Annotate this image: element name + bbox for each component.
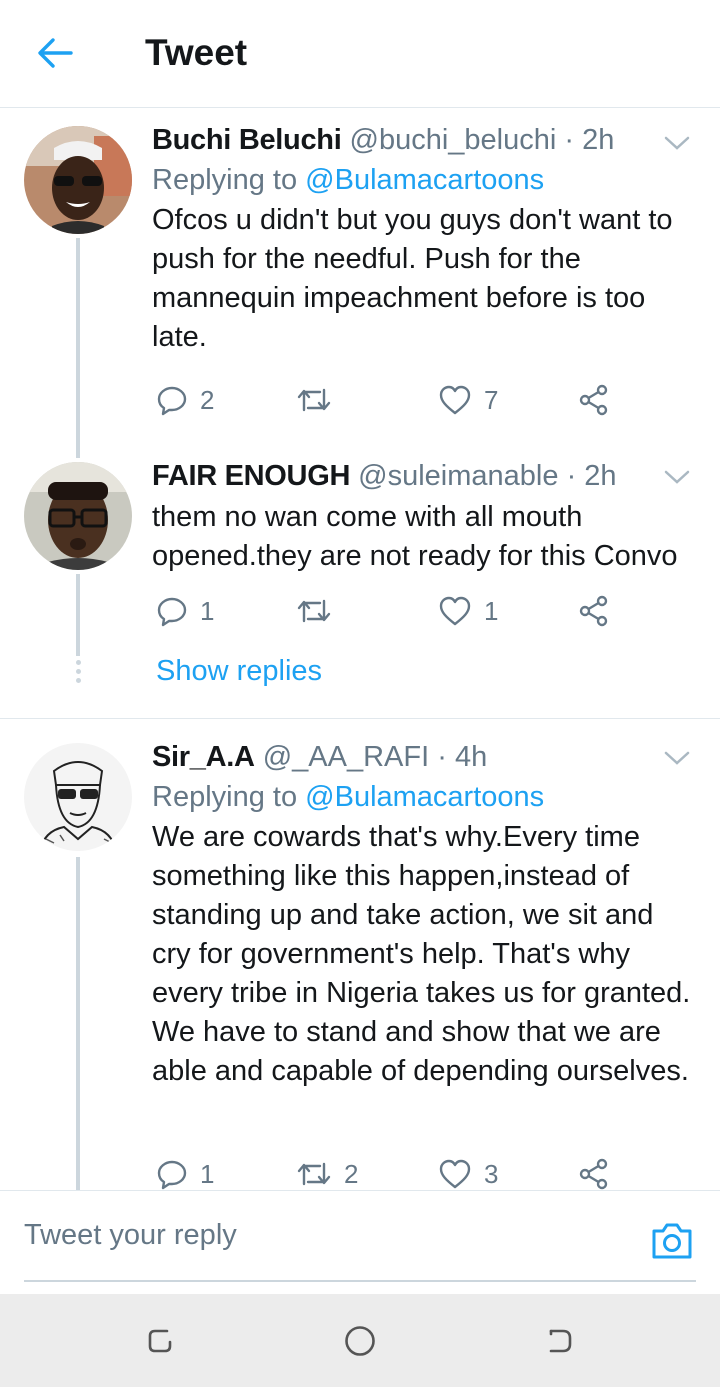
thread-line	[76, 857, 80, 1190]
share-icon	[579, 1158, 608, 1190]
back-icon	[549, 1329, 572, 1353]
back-button[interactable]	[30, 30, 80, 76]
tweet-menu-button[interactable]	[662, 128, 692, 158]
system-navbar	[0, 1294, 720, 1387]
replying-prefix: Replying to	[152, 781, 298, 813]
avatar[interactable]	[24, 462, 132, 570]
show-replies-link[interactable]: Show replies	[156, 655, 322, 688]
input-underline	[24, 1280, 696, 1282]
reply-icon	[157, 1160, 187, 1190]
tweet-text: Ofcos u didn't but you guys don't want t…	[152, 204, 673, 353]
retweet-button[interactable]	[296, 591, 344, 631]
system-back-button[interactable]	[543, 1324, 577, 1358]
home-button[interactable]	[343, 1324, 377, 1358]
reply-composer: Tweet your reply	[0, 1190, 720, 1294]
reply-count: 1	[200, 1158, 215, 1189]
display-name[interactable]: Sir_A.A	[152, 741, 255, 773]
reply-icon	[157, 597, 187, 627]
user-handle[interactable]: @buchi_beluchi	[350, 124, 557, 156]
reply-count: 1	[200, 595, 215, 626]
like-button[interactable]: 3	[438, 1154, 498, 1194]
reply-input[interactable]: Tweet your reply	[24, 1219, 237, 1252]
arrow-left-icon	[38, 38, 73, 68]
display-name[interactable]: FAIR ENOUGH	[152, 460, 350, 492]
reply-icon	[157, 386, 187, 416]
retweet-button[interactable]	[296, 380, 344, 420]
share-icon	[579, 384, 608, 416]
avatar[interactable]	[24, 743, 132, 851]
share-button[interactable]	[578, 1154, 610, 1194]
mention-link[interactable]: @Bulamacartoons	[305, 164, 544, 196]
heart-icon	[439, 385, 471, 415]
tweet-time: · 2h	[564, 124, 615, 156]
replying-to: Replying to @Bulamacartoons	[152, 778, 696, 816]
recent-apps-icon	[148, 1329, 172, 1353]
chevron-down-icon	[664, 136, 690, 150]
tweet-3[interactable]: Sir_A.A @_AA_RAFI · 4h Replying to @Bula…	[0, 719, 720, 1190]
retweet-icon	[297, 388, 331, 412]
like-button[interactable]: 7	[438, 380, 498, 420]
page-title: Tweet	[145, 32, 248, 73]
tweet-menu-button[interactable]	[662, 462, 692, 492]
chevron-down-icon	[664, 470, 690, 484]
share-icon	[579, 595, 608, 627]
user-handle[interactable]: @suleimanable	[358, 460, 558, 492]
like-button[interactable]: 1	[438, 591, 498, 631]
heart-icon	[439, 1159, 471, 1189]
retweet-icon	[297, 599, 331, 623]
share-button[interactable]	[578, 591, 610, 631]
tweet-1[interactable]: Buchi Beluchi @buchi_beluchi · 2h Replyi…	[0, 108, 720, 458]
camera-button[interactable]	[650, 1219, 694, 1263]
reply-button[interactable]: 1	[156, 591, 214, 631]
display-name[interactable]: Buchi Beluchi	[152, 124, 342, 156]
recent-apps-button[interactable]	[143, 1324, 177, 1358]
thread-dots	[74, 660, 82, 686]
home-icon	[345, 1326, 375, 1356]
tweet-menu-button[interactable]	[662, 743, 692, 773]
thread-line	[76, 238, 80, 458]
reply-count: 2	[200, 384, 215, 415]
like-count: 7	[484, 384, 499, 415]
like-count: 1	[484, 595, 499, 626]
retweet-count: 2	[344, 1158, 359, 1189]
tweet-time: · 2h	[566, 460, 617, 492]
avatar[interactable]	[24, 126, 132, 234]
user-handle[interactable]: @_AA_RAFI	[263, 741, 429, 773]
tweet-text: We are cowards that's why.Every time som…	[152, 821, 691, 1087]
heart-icon	[439, 596, 471, 626]
replying-to: Replying to @Bulamacartoons	[152, 161, 696, 199]
like-count: 3	[484, 1158, 499, 1189]
thread-line	[76, 574, 80, 656]
retweet-button[interactable]: 2	[296, 1154, 358, 1194]
camera-icon	[652, 1223, 692, 1259]
tweet-2[interactable]: FAIR ENOUGH @suleimanable · 2h them no w…	[0, 448, 720, 656]
reply-button[interactable]: 2	[156, 380, 214, 420]
share-button[interactable]	[578, 380, 610, 420]
tweet-time: · 4h	[437, 741, 488, 773]
replying-prefix: Replying to	[152, 164, 298, 196]
chevron-down-icon	[664, 751, 690, 765]
reply-button[interactable]: 1	[156, 1154, 214, 1194]
top-bar: Tweet	[0, 0, 720, 108]
mention-link[interactable]: @Bulamacartoons	[305, 781, 544, 813]
tweet-text: them no wan come with all mouth opened.t…	[152, 501, 678, 572]
retweet-icon	[297, 1162, 331, 1186]
